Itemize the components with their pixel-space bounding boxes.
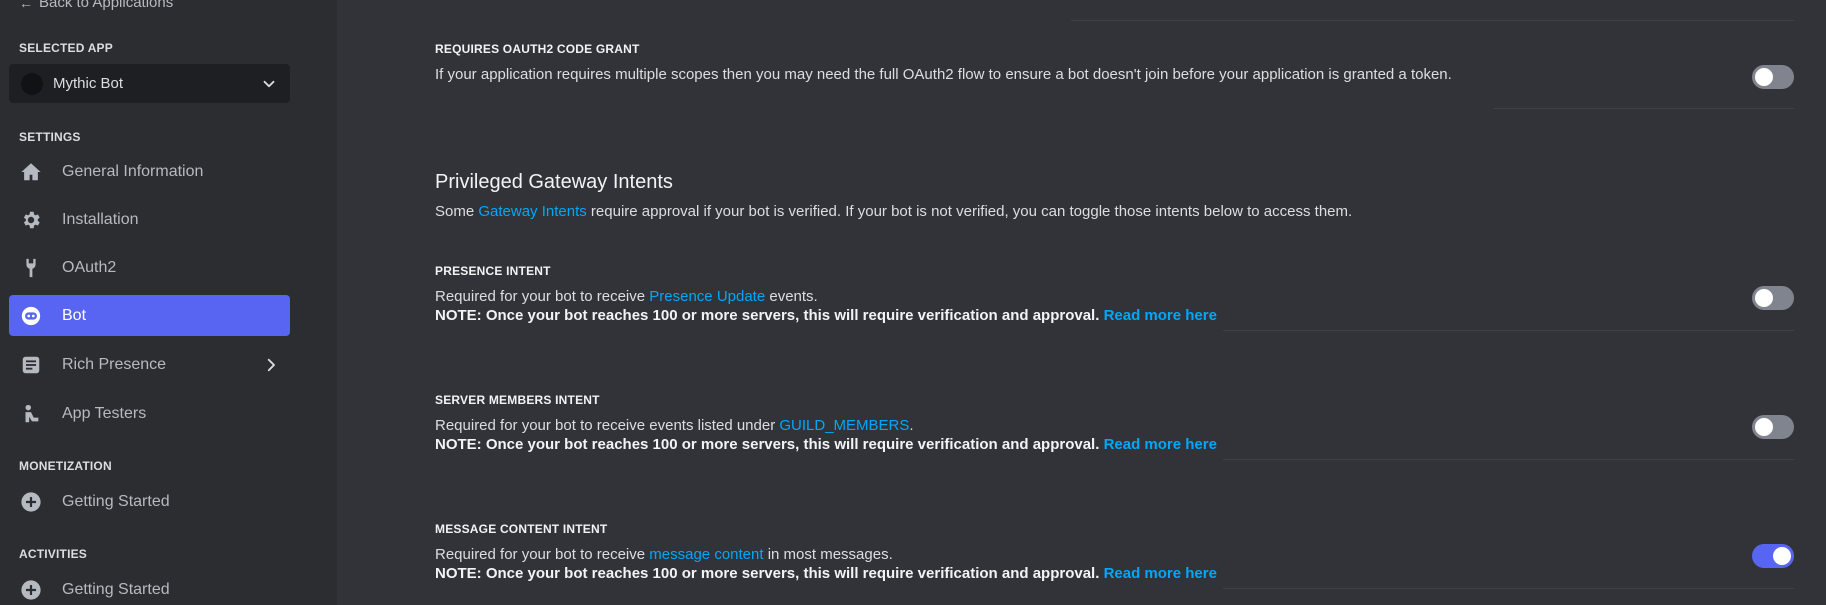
sidebar-item-bot[interactable]: Bot — [9, 295, 290, 336]
note-text: NOTE: Once your bot reaches 100 or more … — [435, 436, 1104, 453]
chevron-down-icon — [263, 80, 275, 87]
monetization-header: MONETIZATION — [19, 459, 112, 473]
desc-text: . — [909, 417, 914, 434]
presence-intent-note: NOTE: Once your bot reaches 100 or more … — [435, 307, 1217, 324]
desc-text: Required for your bot to receive — [435, 288, 650, 305]
app-avatar — [21, 72, 43, 95]
oauth-code-grant-toggle[interactable] — [1752, 65, 1794, 89]
sidebar-item-oauth2[interactable]: OAuth2 — [9, 247, 290, 288]
message-content-intent-description: Required for your bot to receive message… — [435, 546, 893, 563]
sidebar-item-label: General Information — [62, 162, 204, 180]
sidebar-item-label: Getting Started — [62, 580, 170, 598]
wrench-icon — [19, 256, 43, 280]
selected-app-header: SELECTED APP — [19, 41, 113, 55]
presence-intent-toggle[interactable] — [1752, 286, 1794, 310]
sidebar-item-monetization-getting-started[interactable]: Getting Started — [9, 481, 290, 522]
gear-icon — [19, 208, 43, 232]
message-content-intent-title: MESSAGE CONTENT INTENT — [435, 522, 608, 536]
settings-header: SETTINGS — [19, 130, 81, 144]
read-more-link[interactable]: Read more here — [1104, 565, 1217, 582]
message-content-link[interactable]: message content — [649, 546, 763, 563]
arrow-left-icon: ← — [19, 0, 33, 11]
desc-text: in most messages. — [763, 546, 893, 563]
main-content: REQUIRES OAUTH2 CODE GRANT If your appli… — [337, 0, 1826, 605]
note-text: NOTE: Once your bot reaches 100 or more … — [435, 565, 1104, 582]
gateway-intents-link[interactable]: Gateway Intents — [478, 203, 586, 220]
sidebar-item-label: Installation — [62, 210, 139, 228]
back-link-label: Back to Applications — [39, 0, 174, 11]
desc-text: Required for your bot to receive — [435, 546, 650, 563]
toggle-knob — [1755, 289, 1773, 307]
sidebar-item-label: OAuth2 — [62, 258, 117, 276]
server-members-intent-title: SERVER MEMBERS INTENT — [435, 393, 600, 407]
desc-text: Some — [435, 203, 479, 220]
sidebar-item-label: App Testers — [62, 404, 147, 422]
server-members-intent-note: NOTE: Once your bot reaches 100 or more … — [435, 436, 1217, 453]
divider — [1493, 108, 1794, 109]
guild-members-link[interactable]: GUILD_MEMBERS — [779, 417, 909, 434]
desc-text: require approval if your bot is verified… — [586, 203, 1353, 220]
oauth-code-grant-description: If your application requires multiple sc… — [435, 66, 1452, 83]
toggle-knob — [1755, 418, 1773, 436]
sidebar-item-activities-getting-started[interactable]: Getting Started — [9, 569, 290, 605]
toggle-knob — [1755, 68, 1773, 86]
presence-intent-description: Required for your bot to receive Presenc… — [435, 288, 818, 305]
app-selector-dropdown[interactable]: Mythic Bot — [9, 64, 290, 103]
sidebar: ← Back to Applications SELECTED APP Myth… — [0, 0, 337, 605]
desc-text: events. — [765, 288, 818, 305]
oauth-code-grant-title: REQUIRES OAUTH2 CODE GRANT — [435, 42, 640, 56]
document-icon — [19, 353, 43, 377]
sidebar-item-label: Getting Started — [62, 492, 170, 510]
plus-circle-icon — [19, 490, 43, 514]
privileged-intents-title: Privileged Gateway Intents — [435, 171, 673, 193]
message-content-intent-toggle[interactable] — [1752, 544, 1794, 568]
note-text: NOTE: Once your bot reaches 100 or more … — [435, 307, 1104, 324]
plus-circle-icon — [19, 578, 43, 602]
bot-icon — [19, 304, 43, 328]
presence-update-link[interactable]: Presence Update — [649, 288, 765, 305]
read-more-link[interactable]: Read more here — [1104, 307, 1217, 324]
presence-intent-title: PRESENCE INTENT — [435, 264, 551, 278]
app-name: Mythic Bot — [53, 75, 124, 92]
chevron-right-icon — [267, 358, 275, 371]
sidebar-item-app-testers[interactable]: App Testers — [9, 393, 290, 434]
read-more-link[interactable]: Read more here — [1104, 436, 1217, 453]
desc-text: Required for your bot to receive events … — [435, 417, 780, 434]
sidebar-item-installation[interactable]: Installation — [9, 199, 290, 240]
toggle-knob — [1773, 547, 1791, 565]
sidebar-item-rich-presence[interactable]: Rich Presence — [9, 344, 290, 385]
privileged-intents-description: Some Gateway Intents require approval if… — [435, 203, 1352, 220]
sidebar-item-label: Rich Presence — [62, 355, 167, 373]
activities-header: ACTIVITIES — [19, 547, 88, 561]
divider — [1071, 20, 1794, 21]
sidebar-item-label: Bot — [62, 306, 87, 324]
sidebar-item-general-information[interactable]: General Information — [9, 151, 290, 192]
server-members-intent-description: Required for your bot to receive events … — [435, 417, 914, 434]
divider — [1223, 588, 1794, 589]
divider — [1223, 459, 1794, 460]
divider — [1223, 330, 1794, 331]
message-content-intent-note: NOTE: Once your bot reaches 100 or more … — [435, 565, 1217, 582]
home-icon — [19, 160, 43, 184]
user-tester-icon — [19, 402, 43, 426]
back-to-applications-link[interactable]: ← Back to Applications — [19, 0, 173, 11]
server-members-intent-toggle[interactable] — [1752, 415, 1794, 439]
